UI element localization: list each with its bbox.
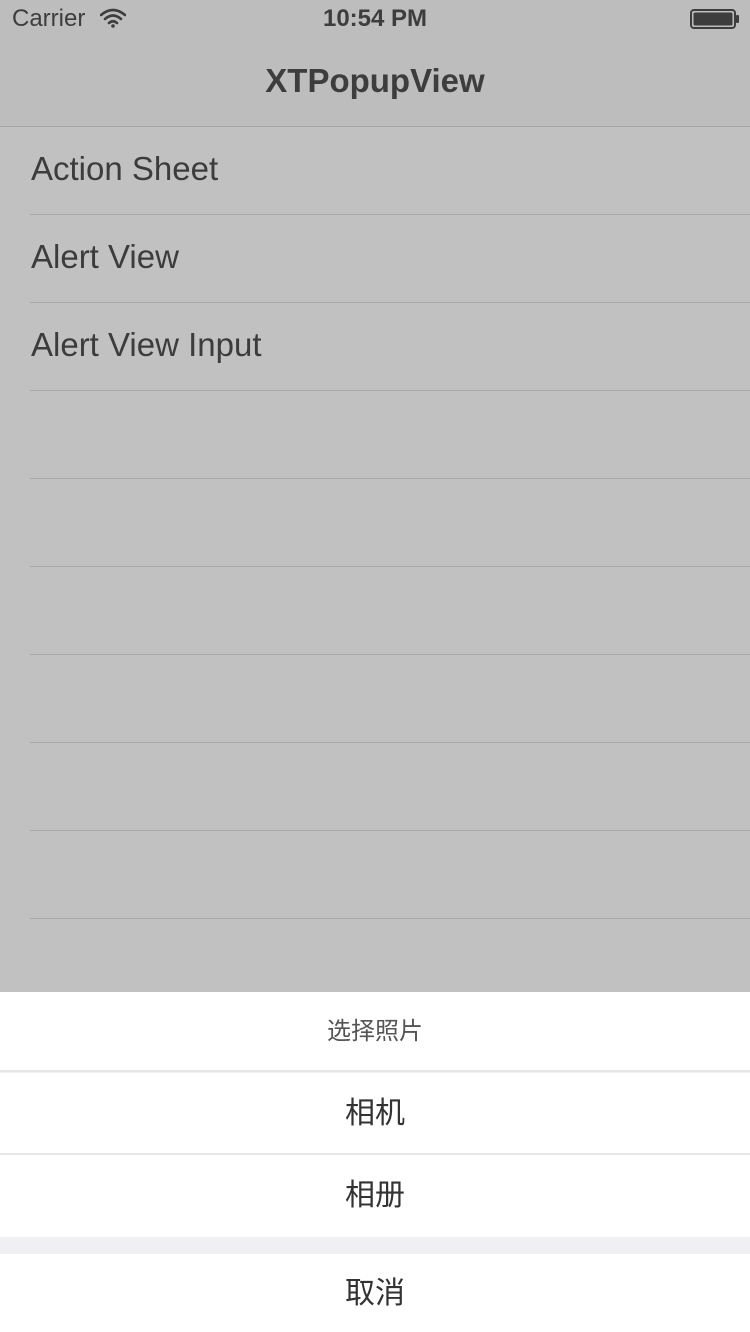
- table-row-alert-view[interactable]: Alert View: [0, 215, 750, 303]
- table-row-empty[interactable]: [0, 479, 750, 567]
- screen: Carrier 10:54 PM XTPopupView Action Shee…: [0, 0, 750, 1332]
- table-view[interactable]: Action Sheet Alert View Alert View Input: [0, 127, 750, 1007]
- camera-button[interactable]: 相机: [0, 1073, 750, 1155]
- table-row-empty[interactable]: [0, 831, 750, 919]
- table-row-empty[interactable]: [0, 567, 750, 655]
- cancel-button[interactable]: 取消: [0, 1254, 750, 1332]
- row-label: Action Sheet: [31, 150, 219, 187]
- page-title: XTPopupView: [265, 62, 485, 99]
- time-label: 10:54 PM: [322, 5, 428, 32]
- table-row-alert-view-input[interactable]: Alert View Input: [0, 303, 750, 391]
- table-row-action-sheet[interactable]: Action Sheet: [0, 127, 750, 215]
- table-row-empty[interactable]: [0, 391, 750, 479]
- table-row-empty[interactable]: [0, 655, 750, 743]
- battery-icon: [690, 9, 739, 29]
- navigation-bar: XTPopupView: [0, 40, 750, 127]
- action-sheet: 选择照片 相机 相册 取消: [0, 992, 750, 1332]
- action-sheet-title: 选择照片: [0, 992, 750, 1072]
- row-label: Alert View Input: [31, 326, 262, 363]
- photo-album-button[interactable]: 相册: [0, 1155, 750, 1237]
- table-row-empty[interactable]: [0, 743, 750, 831]
- status-bar: Carrier 10:54 PM: [0, 0, 750, 40]
- row-label: Alert View: [31, 238, 179, 275]
